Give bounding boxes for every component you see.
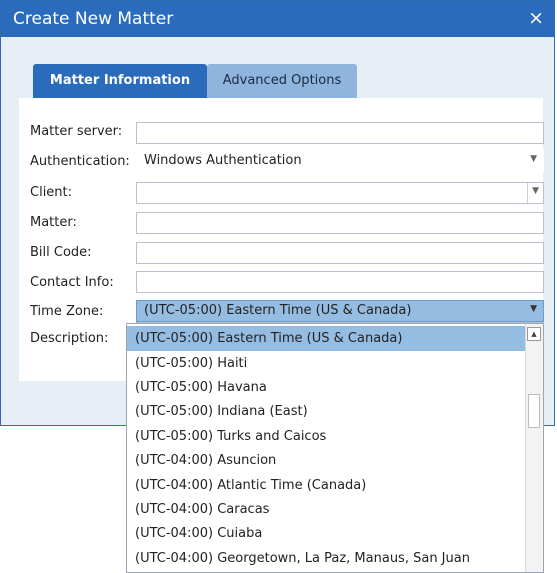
- time-zone-option[interactable]: (UTC-04:00) Georgetown, La Paz, Manaus, …: [127, 546, 525, 571]
- close-icon[interactable]: ×: [528, 7, 544, 29]
- time-zone-label: Time Zone:: [30, 304, 104, 319]
- client-combobox[interactable]: ▼: [136, 182, 544, 204]
- bill-code-input[interactable]: [136, 242, 544, 264]
- chevron-down-icon: ▼: [530, 304, 537, 314]
- dialog-title: Create New Matter: [13, 9, 174, 29]
- time-zone-option[interactable]: (UTC-05:00) Indiana (East): [127, 399, 525, 424]
- chevron-down-icon: ▼: [532, 186, 539, 196]
- time-zone-value: (UTC-05:00) Eastern Time (US & Canada): [144, 303, 412, 318]
- time-zone-option[interactable]: (UTC-04:00) Atlantic Time (Canada): [127, 473, 525, 498]
- time-zone-option[interactable]: (UTC-05:00) Havana: [127, 375, 525, 400]
- dialog-titlebar: Create New Matter ×: [1, 1, 554, 37]
- bill-code-label: Bill Code:: [30, 245, 92, 260]
- time-zone-dropdown-list: (UTC-05:00) Eastern Time (US & Canada) (…: [126, 323, 544, 573]
- matter-server-label: Matter server:: [30, 124, 123, 139]
- matter-server-input[interactable]: [136, 122, 544, 144]
- time-zone-option[interactable]: (UTC-05:00) Turks and Caicos: [127, 424, 525, 449]
- time-zone-option[interactable]: (UTC-04:00) Asuncion: [127, 448, 525, 473]
- time-zone-option[interactable]: (UTC-05:00) Haiti: [127, 351, 525, 376]
- chevron-down-icon: ▼: [530, 154, 537, 164]
- contact-info-label: Contact Info:: [30, 275, 114, 290]
- client-label: Client:: [30, 185, 73, 200]
- matter-input[interactable]: [136, 212, 544, 234]
- scrollbar-thumb[interactable]: [528, 394, 540, 428]
- tab-matter-information[interactable]: Matter Information: [33, 64, 207, 98]
- time-zone-select[interactable]: (UTC-05:00) Eastern Time (US & Canada) ▼: [136, 300, 544, 322]
- matter-label: Matter:: [30, 215, 77, 230]
- time-zone-option[interactable]: (UTC-04:00) Caracas: [127, 497, 525, 522]
- authentication-select[interactable]: Windows Authentication ▼: [136, 150, 544, 172]
- description-label: Description:: [30, 331, 109, 346]
- time-zone-option[interactable]: (UTC-04:00) Cuiaba: [127, 521, 525, 546]
- contact-info-input[interactable]: [136, 271, 544, 293]
- time-zone-option[interactable]: (UTC-05:00) Eastern Time (US & Canada): [127, 326, 525, 351]
- authentication-label: Authentication:: [30, 154, 130, 169]
- authentication-value: Windows Authentication: [144, 153, 302, 168]
- tab-advanced-options[interactable]: Advanced Options: [207, 64, 357, 98]
- dropdown-scrollbar[interactable]: ▲: [525, 324, 543, 572]
- chevron-up-icon[interactable]: ▲: [527, 327, 541, 341]
